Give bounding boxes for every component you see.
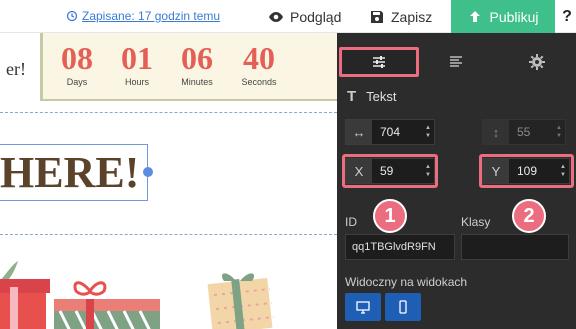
- height-field[interactable]: ↕ 55 ▲ ▼: [482, 119, 566, 145]
- countdown-seconds-value: 40: [243, 40, 275, 76]
- id-field[interactable]: qq1TBGlvdR9FN: [345, 234, 455, 260]
- section-title: T Tekst: [347, 88, 397, 105]
- upload-icon: [470, 10, 481, 22]
- width-field[interactable]: ↔ 704 ▲ ▼: [345, 119, 435, 145]
- desktop-visibility-toggle[interactable]: [345, 293, 381, 321]
- classes-label: Klasy: [461, 215, 491, 229]
- tab-text-styles[interactable]: [427, 47, 485, 77]
- countdown-seconds-label: Seconds: [241, 77, 277, 87]
- eye-icon: [269, 11, 283, 22]
- countdown-days-value: 08: [61, 40, 93, 76]
- section-title-label: Tekst: [366, 89, 397, 104]
- countdown-hours-value: 01: [121, 40, 153, 76]
- help-button[interactable]: ?: [558, 0, 576, 33]
- width-stepper[interactable]: ▲ ▼: [422, 124, 434, 140]
- countdown-seconds: 40 Seconds: [229, 41, 289, 87]
- visibility-toggles: [345, 293, 425, 323]
- gear-icon: [529, 54, 545, 70]
- visibility-label: Widoczny na widokach: [345, 275, 468, 289]
- mobile-icon: [399, 300, 407, 314]
- gifts-illustration: [0, 261, 275, 329]
- editor-canvas[interactable]: er! 08 Days 01 Hours 06 Minutes 40 Secon…: [0, 33, 337, 329]
- annotation-badge-1: 1: [373, 199, 407, 233]
- top-toolbar: Zapisane: 17 godzin temu Podgląd Zapisz …: [0, 0, 576, 33]
- sliders-icon: [373, 56, 385, 68]
- floppy-icon: [371, 10, 383, 23]
- mobile-visibility-toggle[interactable]: [385, 293, 421, 321]
- section-guide-line-bottom: [0, 234, 337, 235]
- partial-heading-text[interactable]: er!: [0, 59, 26, 80]
- preview-label: Podgląd: [290, 8, 342, 25]
- height-stepper[interactable]: ▲ ▼: [553, 124, 565, 140]
- help-label: ?: [562, 7, 572, 25]
- countdown-minutes-value: 06: [181, 40, 213, 76]
- countdown-minutes: 06 Minutes: [167, 41, 227, 87]
- text-type-icon: T: [347, 88, 357, 105]
- publish-button[interactable]: Publikuj: [451, 0, 555, 33]
- resize-handle[interactable]: [143, 167, 153, 177]
- classes-field[interactable]: [461, 234, 569, 260]
- countdown-days-label: Days: [66, 77, 88, 87]
- tab-settings[interactable]: [507, 47, 567, 77]
- saved-status-text: Zapisane: 17 godzin temu: [82, 9, 221, 23]
- countdown-timer[interactable]: 08 Days 01 Hours 06 Minutes 40 Seconds: [40, 33, 337, 101]
- publish-label: Publikuj: [489, 8, 539, 25]
- width-value[interactable]: 704: [372, 125, 422, 139]
- countdown-days: 08 Days: [47, 41, 107, 87]
- properties-panel: T Tekst ↔ 704 ▲ ▼ ↕ 55 ▲ ▼ X 59 ▲ ▼ Y 109 ▲…: [337, 33, 576, 329]
- countdown-minutes-label: Minutes: [181, 77, 213, 87]
- saved-status-link[interactable]: Zapisane: 17 godzin temu: [66, 9, 220, 23]
- save-label: Zapisz: [391, 8, 433, 25]
- y-field-highlight: [479, 154, 574, 188]
- tab-layout[interactable]: [339, 47, 419, 77]
- desktop-icon: [356, 301, 370, 314]
- x-field-highlight: [342, 154, 438, 188]
- history-icon: [66, 10, 78, 22]
- countdown-hours-label: Hours: [124, 77, 149, 87]
- section-guide-line: [0, 112, 337, 113]
- annotation-badge-2: 2: [512, 199, 546, 233]
- headline-text[interactable]: HERE!: [0, 144, 139, 201]
- countdown-hours: 01 Hours: [107, 41, 167, 87]
- height-arrows-icon: ↕: [483, 120, 509, 144]
- id-label: ID: [345, 215, 357, 229]
- preview-button[interactable]: Podgląd: [268, 0, 341, 33]
- width-arrows-icon: ↔: [346, 120, 372, 144]
- align-text-icon: [450, 56, 462, 67]
- save-button[interactable]: Zapisz: [369, 0, 432, 33]
- height-value[interactable]: 55: [509, 125, 553, 139]
